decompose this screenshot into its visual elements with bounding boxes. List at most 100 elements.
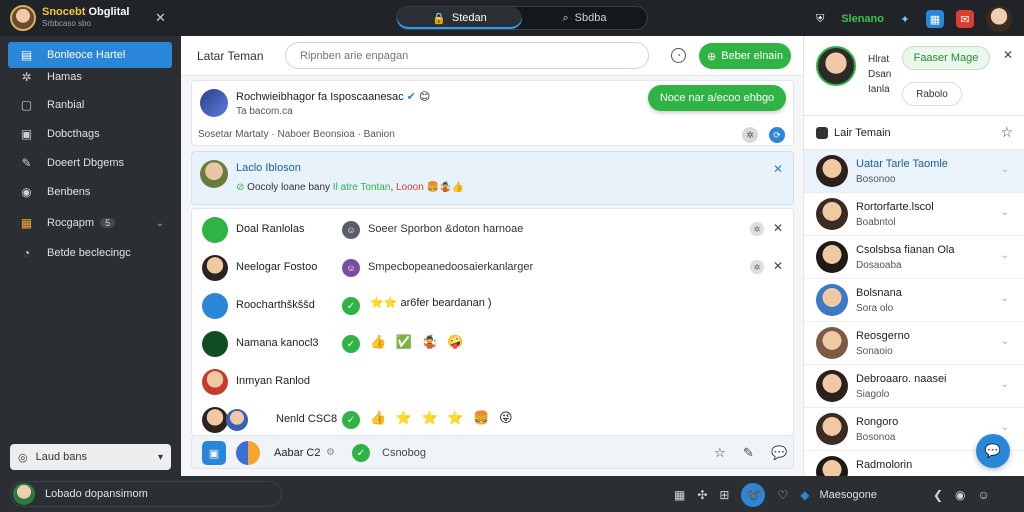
app-icon[interactable]: ◆: [800, 488, 809, 502]
current-user[interactable]: Lobado dopansimom: [10, 481, 282, 507]
edit-icon[interactable]: ✎: [743, 445, 754, 461]
record-icon[interactable]: ◉: [955, 488, 965, 502]
list-item[interactable]: Namana kanocl3 ✓ 👍 ✅ 🤹 🤪: [192, 325, 793, 363]
top-segmented-control: 🔒 Stedan ⌕ Sbdba: [396, 6, 648, 30]
verified-icon: ✔: [406, 91, 416, 103]
contact-status: Dosaoaba: [856, 260, 902, 271]
profile-avatar[interactable]: [816, 46, 856, 86]
sidebar-item-3[interactable]: ▣ Dobcthags: [8, 121, 172, 147]
list-item[interactable]: Roocharthškššd ✓ ⭐⭐ ar6fer beardanan ): [192, 287, 793, 325]
list-item[interactable]: Inmyan Ranlod: [192, 363, 793, 401]
avatar: [236, 441, 260, 465]
puzzle-icon[interactable]: ✣: [697, 488, 707, 502]
floating-action-button[interactable]: 💬: [976, 434, 1010, 468]
main-content: Latar Teman ◔ ⊕Beber elnain Rochwieibhag…: [181, 36, 803, 476]
brand-name: Snocebt: [42, 6, 86, 18]
post-title: Rochwieibhagor fa: [236, 91, 328, 103]
avatar: [816, 155, 848, 187]
comment-icon[interactable]: 💬: [771, 445, 787, 461]
sidebar-item-4[interactable]: ✎ Doeert Dbgems: [8, 150, 172, 176]
highlight-avatar[interactable]: [200, 160, 228, 188]
chevron-down-icon[interactable]: ⌄: [1001, 207, 1009, 218]
settings-icon[interactable]: ✲: [742, 127, 758, 143]
window-icon[interactable]: ⊞: [719, 488, 729, 502]
chat-icon[interactable]: ▣: [202, 441, 226, 465]
sidebar-item-2[interactable]: ▢ Ranbial: [8, 92, 172, 118]
avatar: [202, 331, 228, 357]
sidebar-item-1[interactable]: ✲ Hamas: [8, 64, 172, 90]
star-icon[interactable]: ☆: [714, 445, 726, 461]
chevron-down-icon[interactable]: ⌄: [1001, 379, 1009, 390]
list-item[interactable]: Doal Ranlolas ☺ Soeer Sporbon &doton har…: [192, 211, 793, 249]
sync-icon[interactable]: ⟳: [769, 127, 785, 143]
refresh-icon[interactable]: ◔: [671, 48, 686, 63]
chevron-down-icon: ▾: [157, 451, 163, 463]
tab-stedan[interactable]: 🔒 Stedan: [397, 7, 522, 29]
close-icon[interactable]: ✕: [155, 10, 166, 26]
list-item[interactable]: Nenld CSC8 ✓ 👍 ⭐ ⭐ ⭐ 🍔 😜: [192, 401, 793, 439]
settings-icon[interactable]: ⚙: [326, 447, 335, 458]
chevron-down-icon[interactable]: ⌄: [1001, 336, 1009, 347]
contact-item[interactable]: Debroaaro. naasei Siagolo ⌄: [804, 365, 1024, 408]
tab-sbdba[interactable]: ⌕ Sbdba: [522, 7, 647, 29]
sidebar-item-7[interactable]: ◔ Betde beclecingc: [8, 240, 172, 266]
chevron-down-icon[interactable]: ⌄: [156, 218, 164, 229]
activity-list: Doal Ranlolas ☺ Soeer Sporbon &doton har…: [191, 208, 794, 436]
profile-secondary-button[interactable]: Rabolo: [902, 82, 962, 106]
chevron-down-icon[interactable]: ⌄: [1001, 293, 1009, 304]
post-card: Rochwieibhagor fa Isposcaanesac ✔ 😊 Ta b…: [191, 80, 794, 146]
close-icon[interactable]: ✕: [773, 221, 783, 235]
grid-icon[interactable]: ▦: [674, 488, 685, 502]
post-meta: Sosetar Martaty · Naboer Beonsioa · Bani…: [198, 129, 395, 140]
sidebar-select[interactable]: ◎ Laud bans ▾: [10, 444, 171, 470]
user-avatar[interactable]: [986, 6, 1012, 32]
contact-item[interactable]: Reosgerno Sonaoio ⌄: [804, 322, 1024, 365]
chevron-down-icon[interactable]: ⌄: [1001, 250, 1009, 261]
grid-icon: ▦: [20, 216, 33, 230]
profile-card: Hlrat Dsan Ianla Faaser Mage Rabolo ✕: [804, 36, 1024, 116]
back-icon[interactable]: ❮: [933, 488, 943, 502]
settings-icon[interactable]: ✲: [750, 222, 764, 236]
brand[interactable]: Snocebt Obglital Srbbcaso sbo: [10, 5, 129, 31]
sparkle-icon[interactable]: ✦: [896, 10, 914, 28]
right-panel: Hlrat Dsan Ianla Faaser Mage Rabolo ✕ La…: [803, 36, 1024, 494]
sidebar-item-6[interactable]: ▦ Rocgapm 5 ⌄: [8, 210, 172, 236]
emoji-icons: 🍔🤹👍: [426, 182, 464, 193]
chevron-down-icon[interactable]: ⌄: [1001, 422, 1009, 433]
highlight-sub-b: Il atre Tontan: [332, 182, 391, 193]
contact-item[interactable]: Bolsnana Sora olo ⌄: [804, 279, 1024, 322]
primary-action-button[interactable]: ⊕ Beber elnain: [699, 43, 791, 69]
composer-text[interactable]: Csnobog: [382, 447, 426, 459]
plus-icon: ⊕: [707, 50, 717, 63]
close-icon[interactable]: ✕: [773, 259, 783, 273]
check-icon: ✓: [342, 411, 360, 429]
contact-item[interactable]: Csolsbsa fianan Ola Dosaoaba ⌄: [804, 236, 1024, 279]
brand-subtitle: Srbbcaso sbo: [42, 19, 91, 28]
list-item[interactable]: Neelogar Fostoo ☺ Smpecbopeanedoosaierka…: [192, 249, 793, 287]
apps-icon[interactable]: ▦: [926, 10, 944, 28]
close-icon[interactable]: ✕: [1003, 48, 1013, 62]
pencil-icon: ✎: [21, 156, 32, 170]
avatar: [13, 483, 35, 505]
star-icon[interactable]: ☆: [1000, 124, 1013, 141]
highlight-name[interactable]: Laclo Ibloson: [236, 162, 301, 174]
user-icon[interactable]: ☺: [978, 488, 990, 502]
contact-status: Sora olo: [856, 303, 894, 314]
tooltip-bubble[interactable]: Noce nar a/ecoo ehbgo: [648, 85, 786, 111]
sidebar-item-5[interactable]: ◉ Benbens: [8, 179, 172, 205]
avatar: [816, 413, 848, 445]
swirl-icon[interactable]: ➰: [741, 483, 766, 507]
contact-status: Bosonoa: [856, 432, 896, 443]
shield-icon[interactable]: ⛨: [811, 10, 829, 28]
box-icon: ▣: [20, 127, 33, 141]
contact-item[interactable]: Rortorfarte.lscol Boabntol ⌄: [804, 193, 1024, 236]
settings-icon[interactable]: ✲: [750, 260, 764, 274]
notification-icon[interactable]: ✉: [956, 10, 974, 28]
search-input[interactable]: [285, 42, 649, 69]
chevron-down-icon[interactable]: ⌄: [1001, 164, 1009, 175]
heart-icon[interactable]: ♡: [777, 488, 788, 502]
close-icon[interactable]: ✕: [773, 162, 783, 176]
profile-primary-button[interactable]: Faaser Mage: [902, 46, 990, 70]
contact-item[interactable]: Uatar Tarle Taomle Bosonoo ⌄: [804, 150, 1024, 193]
post-avatar[interactable]: [200, 89, 228, 117]
